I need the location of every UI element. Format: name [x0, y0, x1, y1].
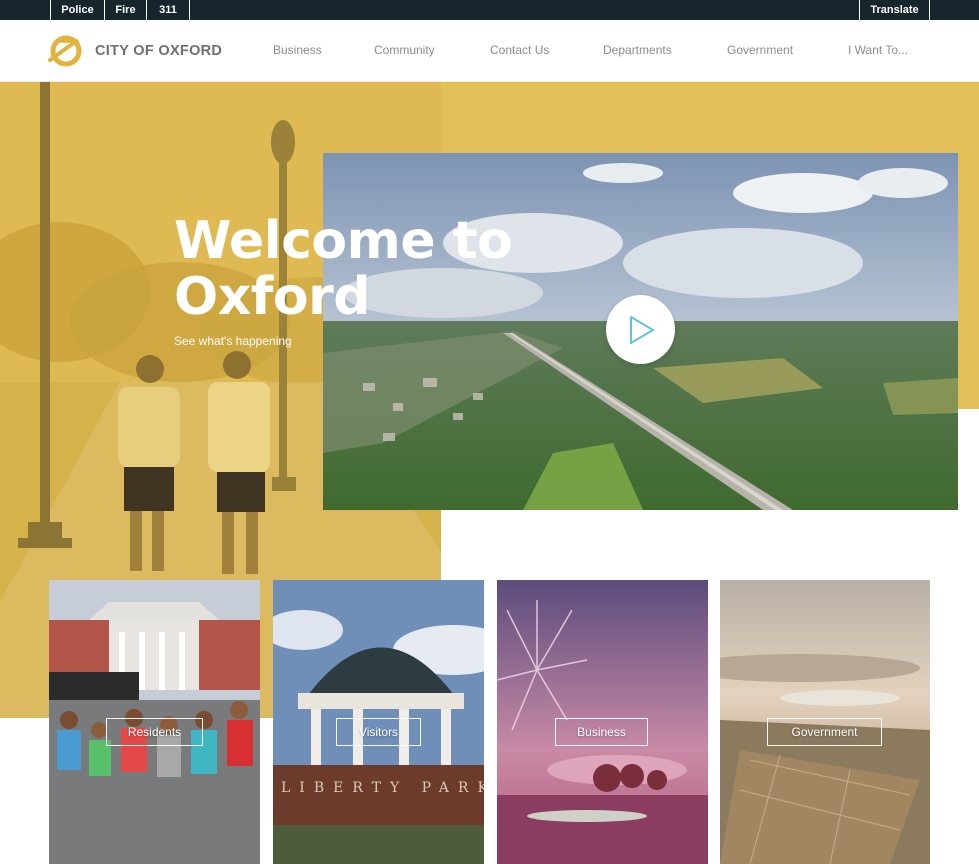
nav-business[interactable]: Business [273, 43, 322, 57]
card-government-label: Government [767, 718, 882, 746]
nav-government[interactable]: Government [727, 43, 793, 57]
card-visitors-label: Visitors [336, 718, 421, 746]
card-government[interactable]: Government [720, 580, 930, 864]
nav-contact-us[interactable]: Contact Us [490, 43, 549, 57]
card-residents-label: Residents [106, 718, 203, 746]
hero-gold-edge [958, 153, 979, 409]
311-link[interactable]: 311 [146, 0, 190, 20]
card-business[interactable]: Business [497, 580, 708, 864]
oxford-logo-icon [48, 35, 82, 67]
nav-community[interactable]: Community [374, 43, 435, 57]
hero-white-area [441, 510, 979, 580]
logo-text: CITY OF OXFORD [95, 43, 223, 59]
site-header: CITY OF OXFORD Business Community Contac… [0, 20, 979, 82]
card-residents[interactable]: Residents [49, 580, 260, 864]
play-video-button[interactable] [606, 295, 675, 364]
hero-gold-band [441, 82, 979, 153]
card-business-label: Business [555, 718, 648, 746]
nav-departments[interactable]: Departments [603, 43, 672, 57]
translate-button[interactable]: Translate [859, 0, 930, 20]
hero-white-side [958, 409, 979, 580]
hero-subtitle[interactable]: See what's happening [174, 334, 292, 348]
card-visitors[interactable]: LIBERTY PARK Visitors [273, 580, 484, 864]
play-icon [630, 316, 654, 344]
liberty-park-sign-text: LIBERTY PARK [281, 780, 484, 796]
site-logo[interactable]: CITY OF OXFORD [47, 33, 227, 69]
nav-i-want-to[interactable]: I Want To... [848, 43, 908, 57]
hero-title: Welcome to Oxford [174, 211, 513, 327]
police-link[interactable]: Police [50, 0, 104, 20]
fire-link[interactable]: Fire [104, 0, 146, 20]
utility-bar: Police Fire 311 Translate [0, 0, 979, 20]
